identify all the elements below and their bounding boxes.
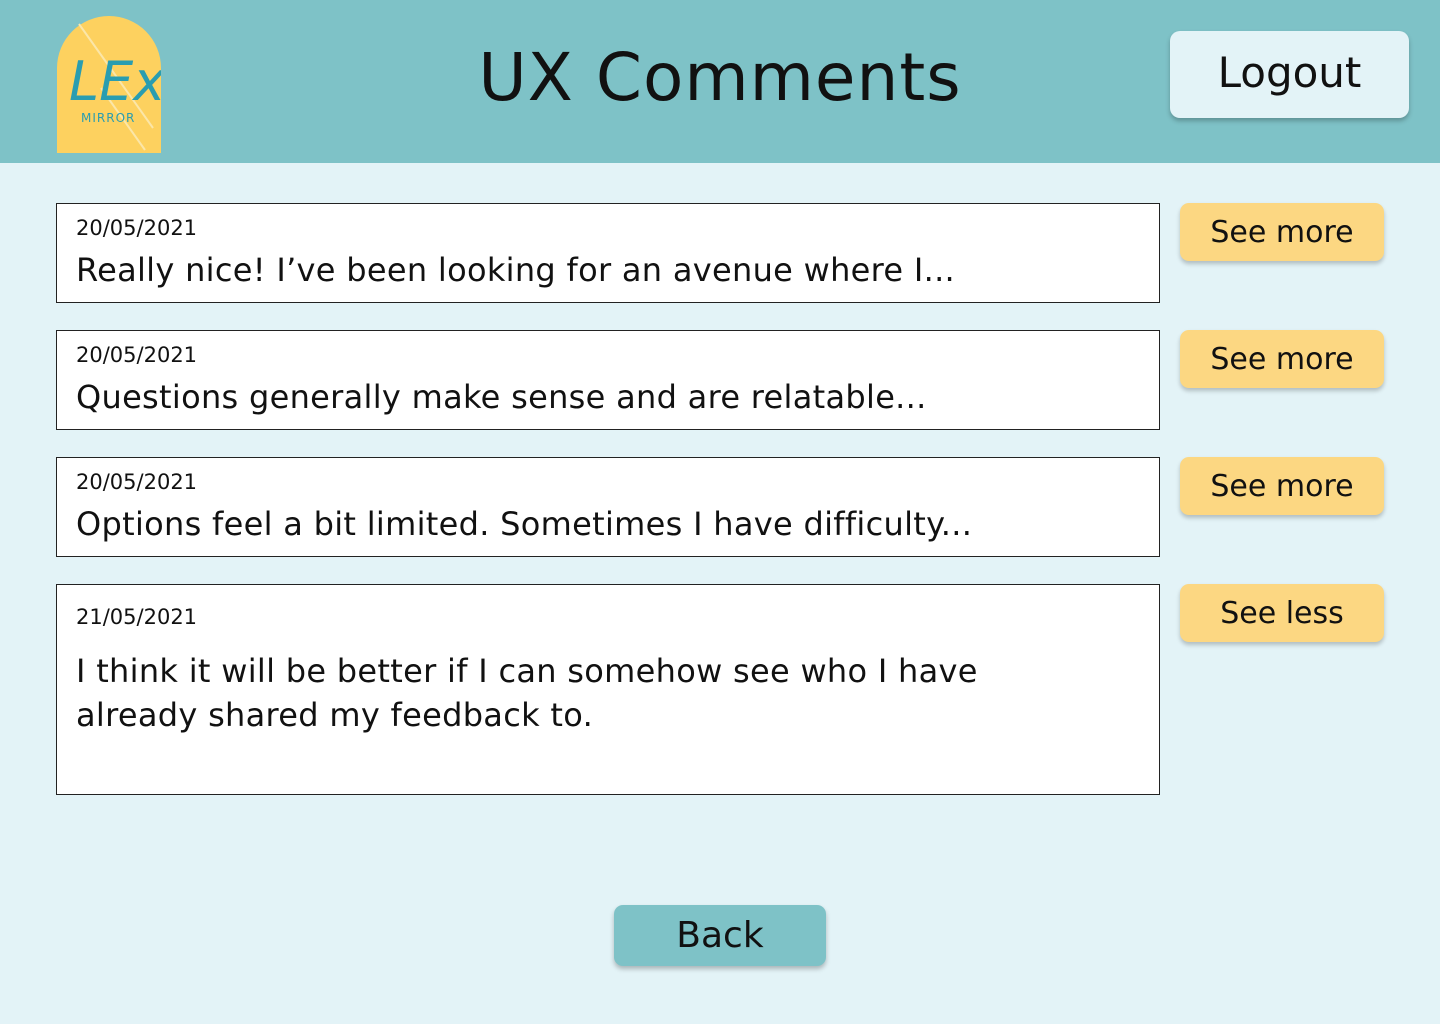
comment-date: 20/05/2021 — [76, 470, 198, 494]
see-more-button-2[interactable]: See more — [1180, 330, 1384, 388]
comment-date: 21/05/2021 — [76, 605, 198, 629]
comment-text: Questions generally make sense and are r… — [76, 378, 927, 416]
comment-card-1: 20/05/2021 Really nice! I’ve been lookin… — [56, 203, 1160, 303]
comment-card-3: 20/05/2021 Options feel a bit limited. S… — [56, 457, 1160, 557]
logout-button[interactable]: Logout — [1170, 31, 1409, 118]
comment-text: I think it will be better if I can someh… — [76, 652, 978, 734]
see-more-button-1[interactable]: See more — [1180, 203, 1384, 261]
comment-text: Really nice! I’ve been looking for an av… — [76, 251, 956, 289]
comment-date: 20/05/2021 — [76, 343, 198, 367]
see-less-button-4[interactable]: See less — [1180, 584, 1384, 642]
back-button[interactable]: Back — [614, 905, 826, 966]
comment-card-4-expanded: 21/05/2021 I think it will be better if … — [56, 584, 1160, 795]
comment-date: 20/05/2021 — [76, 216, 198, 240]
see-more-button-3[interactable]: See more — [1180, 457, 1384, 515]
app-header: LEx MIRROR UX Comments Logout — [0, 0, 1440, 163]
comment-text: Options feel a bit limited. Sometimes I … — [76, 505, 973, 543]
comment-card-2: 20/05/2021 Questions generally make sens… — [56, 330, 1160, 430]
